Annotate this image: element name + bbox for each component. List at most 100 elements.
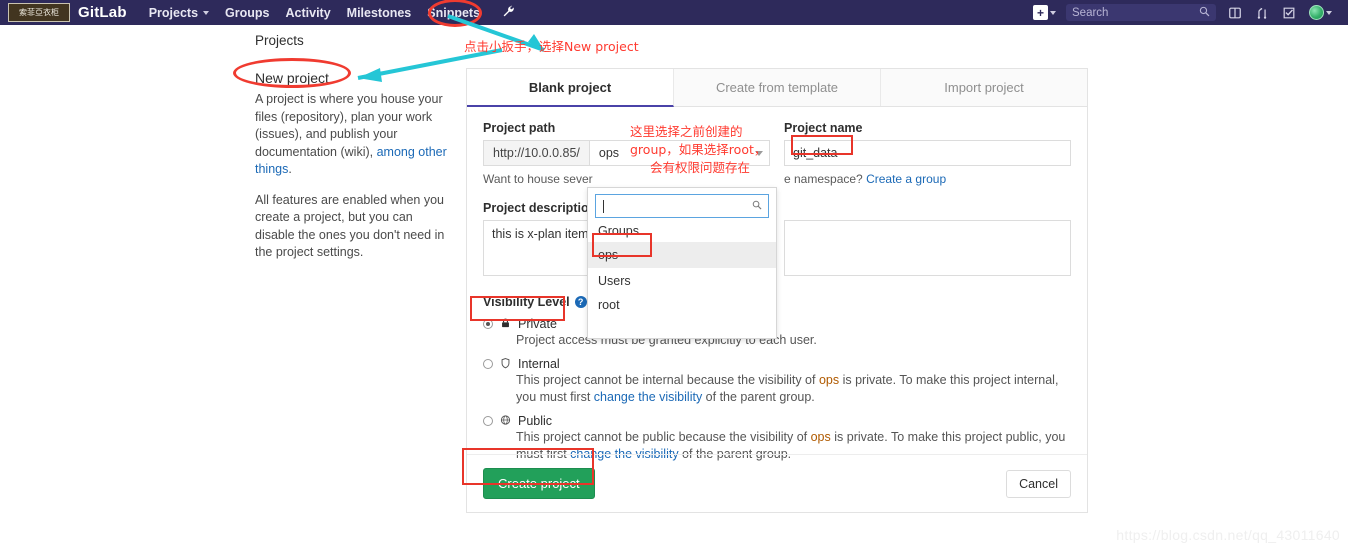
project-path-hint: Want to house sever — [483, 172, 770, 188]
visibility-public-name: Public — [518, 414, 553, 428]
project-path-label: Project path — [483, 121, 556, 135]
chevron-down-icon — [755, 150, 763, 156]
new-project-panel: Blank project Create from template Impor… — [466, 68, 1088, 513]
nav-item-activity-label: Activity — [285, 5, 331, 20]
visibility-private-head: Private — [483, 317, 1071, 331]
visibility-internal-head: Internal — [483, 357, 1071, 371]
chevron-down-icon — [1050, 10, 1056, 15]
project-name-hint-text: e namespace? — [784, 172, 867, 186]
text-cursor — [603, 199, 604, 213]
tab-create-from-template[interactable]: Create from template — [674, 69, 881, 106]
new-project-form: Project path http://10.0.0.85/ ops Want … — [467, 107, 1087, 463]
company-logo-text: 索菲亞衣柜 — [19, 7, 59, 17]
shield-glyph — [501, 358, 510, 369]
gitlab-brand[interactable]: GitLab — [78, 4, 127, 21]
create-project-button[interactable]: Create project — [483, 468, 595, 499]
tab-blank-project[interactable]: Blank project — [467, 69, 674, 107]
radio-public[interactable] — [483, 416, 493, 426]
merge-requests-glyph — [1257, 7, 1267, 19]
dropdown-item-root[interactable]: root — [588, 292, 776, 318]
nav-item-snippets[interactable]: Snippets — [427, 6, 480, 20]
merge-requests-icon[interactable] — [1255, 6, 1269, 20]
visibility-level-label: Visibility Level — [483, 295, 570, 309]
chevron-down-icon — [1326, 10, 1332, 15]
create-a-group-link[interactable]: Create a group — [866, 172, 946, 186]
project-type-tabs: Blank project Create from template Impor… — [467, 69, 1087, 107]
nav-item-projects[interactable]: Projects — [148, 5, 210, 20]
radio-internal[interactable] — [483, 359, 493, 369]
nav-item-milestones[interactable]: Milestones — [347, 6, 412, 20]
wrench-glyph — [503, 5, 514, 16]
nav-item-milestones-label: Milestones — [346, 5, 412, 20]
path-name-row: Project path http://10.0.0.85/ ops Want … — [483, 121, 1071, 279]
search-input[interactable]: Search — [1066, 4, 1216, 21]
vi-part-ops: ops — [818, 373, 840, 387]
project-name-col: Project name e namespace? Create a group… — [784, 121, 1071, 279]
todos-glyph — [1283, 7, 1295, 18]
wrench-icon[interactable] — [502, 5, 515, 21]
nav-item-snippets-label: Snippets — [427, 5, 481, 20]
nav-item-groups[interactable]: Groups — [225, 6, 269, 20]
breadcrumb-projects: Projects — [255, 33, 304, 48]
project-name-input[interactable] — [784, 140, 1071, 166]
lock-icon — [500, 317, 511, 331]
sidebar-paragraph-1-b: . — [288, 162, 292, 176]
visibility-option-private[interactable]: Private Project access must be granted e… — [483, 317, 1071, 349]
issues-board-glyph — [1229, 7, 1241, 18]
user-menu[interactable] — [1309, 5, 1332, 20]
new-dropdown[interactable]: + — [1033, 5, 1056, 20]
visibility-option-internal[interactable]: Internal This project cannot be internal… — [483, 357, 1071, 406]
new-project-sidebar: Projects New project A project is where … — [255, 33, 455, 275]
visibility-level-title: Visibility Level ? — [483, 295, 1071, 309]
top-navbar: 索菲亞衣柜 GitLab Projects Groups Activity Mi… — [0, 0, 1348, 25]
globe-icon — [500, 414, 511, 428]
nav-item-activity[interactable]: Activity — [286, 6, 331, 20]
chevron-down-icon — [203, 10, 210, 15]
radio-private[interactable] — [483, 319, 493, 329]
visibility-public-head: Public — [483, 414, 1071, 428]
project-path-hint-text: Want to house sever — [483, 172, 593, 186]
search-glyph — [1199, 6, 1210, 16]
vi-part-4: of the parent group. — [702, 390, 815, 404]
help-icon[interactable]: ? — [574, 296, 587, 308]
watermark: https://blog.csdn.net/qq_43011640 — [1116, 527, 1340, 543]
vp-part-ops: ops — [810, 430, 831, 444]
project-description-secondary-input[interactable] — [784, 220, 1071, 276]
company-logo[interactable]: 索菲亞衣柜 — [8, 3, 70, 22]
navbar-right-group: + Search — [1033, 4, 1342, 21]
nav-item-projects-label: Projects — [148, 5, 199, 20]
namespace-select-value: ops — [598, 146, 620, 160]
project-name-hint: e namespace? Create a group — [784, 172, 1071, 188]
cancel-button[interactable]: Cancel — [1006, 469, 1071, 498]
visibility-internal-name: Internal — [518, 357, 560, 371]
todos-icon[interactable] — [1282, 6, 1296, 20]
namespace-dropdown-search-input[interactable] — [595, 194, 769, 218]
namespace-dropdown: Groups ops Users root — [587, 187, 777, 339]
dropdown-item-ops[interactable]: ops — [588, 242, 776, 268]
avatar — [1309, 5, 1324, 20]
vi-part-0: This project cannot be internal because … — [516, 373, 819, 387]
sidebar-paragraph-2: All features are enabled when you create… — [255, 192, 445, 260]
nav-item-groups-label: Groups — [225, 5, 270, 20]
visibility-private-name: Private — [518, 317, 557, 331]
page-body: Projects New project A project is where … — [0, 25, 1348, 549]
sidebar-paragraph-1: A project is where you house your files … — [255, 91, 455, 179]
project-path-prefix: http://10.0.0.85/ — [483, 140, 589, 166]
issues-board-icon[interactable] — [1228, 6, 1242, 20]
visibility-internal-desc: This project cannot be internal because … — [516, 372, 1071, 406]
tab-import-project[interactable]: Import project — [881, 69, 1087, 106]
plus-icon: + — [1033, 5, 1048, 20]
namespace-select[interactable]: ops — [588, 140, 770, 166]
shield-icon — [500, 357, 511, 371]
vp-part-0: This project cannot be public because th… — [516, 430, 811, 444]
search-icon — [752, 200, 762, 213]
search-placeholder: Search — [1072, 6, 1109, 19]
project-path-group: http://10.0.0.85/ ops — [483, 140, 770, 166]
project-name-label: Project name — [784, 121, 863, 135]
search-icon — [1199, 6, 1210, 20]
change-visibility-link-internal[interactable]: change the visibility — [594, 390, 702, 404]
page-title: New project — [255, 70, 329, 86]
dropdown-section-header-groups: Groups — [598, 224, 639, 238]
dropdown-section-header-users: Users — [598, 274, 631, 288]
globe-glyph — [500, 415, 511, 425]
